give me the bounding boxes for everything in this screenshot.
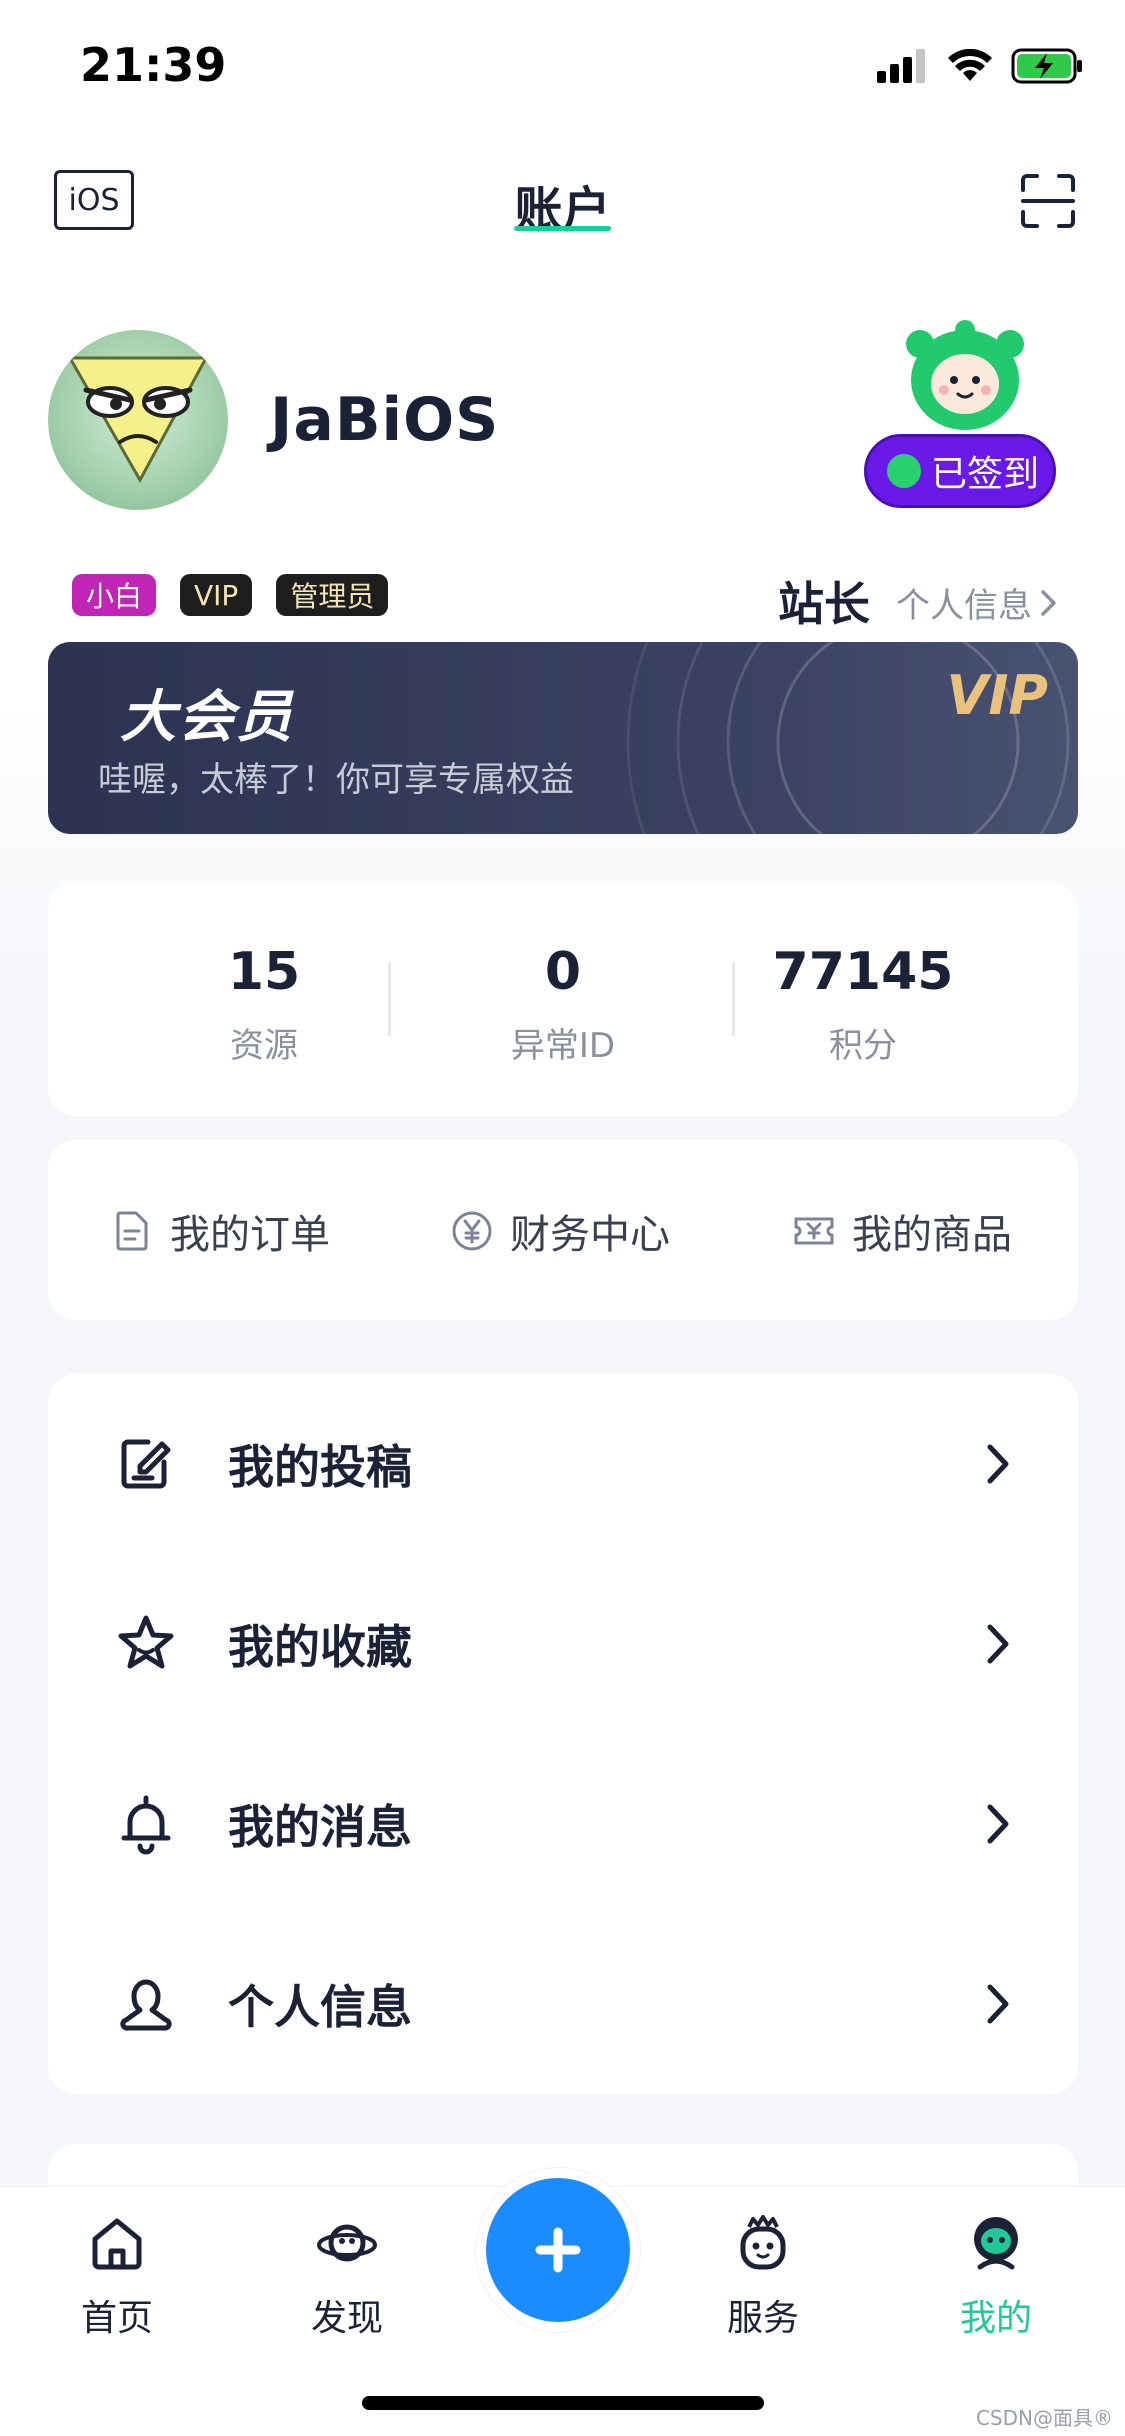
document-icon — [116, 1211, 148, 1251]
menu-label: 我的投稿 — [228, 1440, 412, 1494]
chevron-right-icon — [987, 1624, 1009, 1664]
username: JaBiOS — [270, 385, 500, 455]
checkin-button[interactable]: 已签到 — [864, 434, 1056, 508]
chevron-right-icon — [1041, 589, 1056, 616]
plus-icon — [535, 2227, 581, 2273]
home-icon — [92, 2218, 142, 2270]
stat-label: 积分 — [829, 1026, 897, 1066]
vip-logo: VIP — [946, 664, 1048, 727]
stat-resources[interactable]: 15 资源 — [114, 942, 414, 1067]
mascot-icon — [974, 2217, 1018, 2270]
tab-label: 我的 — [959, 2298, 1032, 2339]
avatar[interactable] — [48, 330, 228, 510]
mascot-icon — [906, 320, 1024, 430]
home-indicator[interactable] — [362, 2396, 764, 2410]
tab-label: 发现 — [310, 2298, 383, 2339]
scan-icon[interactable] — [1019, 172, 1077, 230]
checkin-bean-icon — [887, 454, 921, 488]
robot-icon — [740, 2215, 786, 2270]
vip-title: 大会员 — [120, 685, 294, 750]
signal-icon — [877, 49, 925, 83]
stat-abnormal-id[interactable]: 0 异常ID — [413, 942, 713, 1067]
status-icons — [877, 48, 1083, 84]
add-button[interactable] — [486, 2178, 630, 2322]
menu-item-favorites[interactable]: 我的收藏 — [48, 1554, 1078, 1734]
chevron-right-icon — [987, 1444, 1009, 1484]
star-icon — [118, 1615, 174, 1669]
stat-label: 异常ID — [510, 1026, 616, 1066]
stat-value: 15 — [227, 942, 301, 1002]
menu-label: 我的收藏 — [228, 1620, 412, 1674]
profile-info-link[interactable]: 个人信息 — [896, 578, 1060, 627]
user-icon — [120, 1979, 172, 2031]
stat-points[interactable]: 77145 积分 — [713, 942, 1013, 1067]
quick-link-finance[interactable]: 财务中心 — [450, 1202, 670, 1260]
stat-value: 77145 — [772, 942, 954, 1002]
checkin-label: 已签到 — [931, 454, 1040, 495]
stat-label: 资源 — [230, 1026, 298, 1066]
status-bar: 21:39 — [0, 0, 1125, 140]
tab-label: 服务 — [726, 2298, 799, 2339]
planet-icon — [317, 2224, 377, 2262]
role-title: 站长 — [778, 577, 870, 631]
chevron-right-icon — [987, 1984, 1009, 2024]
tab-service[interactable]: 服务 — [688, 2211, 838, 2341]
title-underline — [514, 226, 611, 231]
tab-mine[interactable]: 我的 — [921, 2211, 1071, 2341]
vip-subtitle: 哇喔，太棒了！你可享专属权益 — [98, 760, 574, 800]
profile-info-label: 个人信息 — [896, 586, 1032, 626]
quick-link-label: 财务中心 — [510, 1212, 670, 1258]
quick-link-orders[interactable]: 我的订单 — [110, 1202, 330, 1260]
quick-link-label: 我的订单 — [170, 1212, 330, 1258]
nav-bar: iOS 账户 — [0, 150, 1125, 250]
battery-charging-icon — [1011, 48, 1082, 84]
yen-coin-icon — [452, 1211, 492, 1251]
menu-item-submissions[interactable]: 我的投稿 — [48, 1374, 1078, 1554]
avatar-face-icon — [67, 356, 209, 484]
tag-vip: VIP — [180, 574, 253, 616]
tab-label: 首页 — [80, 2298, 153, 2339]
menu-item-profile[interactable]: 个人信息 — [48, 1914, 1078, 2094]
edit-note-icon — [121, 1439, 171, 1489]
menu-label: 个人信息 — [228, 1980, 412, 2034]
quick-links-card: 我的订单 财务中心 我的商品 — [48, 1140, 1078, 1320]
tab-discover[interactable]: 发现 — [272, 2211, 422, 2341]
menu-label: 我的消息 — [228, 1800, 412, 1854]
stat-value: 0 — [544, 942, 582, 1002]
chevron-right-icon — [987, 1804, 1009, 1844]
menu-item-messages[interactable]: 我的消息 — [48, 1734, 1078, 1914]
tab-home[interactable]: 首页 — [42, 2211, 192, 2341]
status-time: 21:39 — [80, 38, 227, 92]
stat-divider — [388, 962, 391, 1036]
user-tags: 小白 VIP 管理员 — [72, 574, 389, 616]
quick-link-label: 我的商品 — [852, 1212, 1012, 1258]
quick-link-products[interactable]: 我的商品 — [792, 1202, 1012, 1260]
watermark: CSDN@面具® — [975, 2406, 1113, 2430]
ticket-icon — [794, 1217, 834, 1245]
vip-banner[interactable]: 大会员 哇喔，太棒了！你可享专属权益 VIP — [48, 642, 1078, 834]
menu-card: 我的投稿 我的收藏 我的消息 个人信息 — [48, 1374, 1078, 2094]
bell-icon — [121, 1795, 171, 1855]
tag-xiaobai: 小白 — [72, 574, 157, 616]
tag-admin: 管理员 — [276, 574, 389, 616]
stats-card: 15 资源 0 异常ID 77145 积分 — [48, 882, 1078, 1116]
wifi-icon — [948, 49, 992, 81]
